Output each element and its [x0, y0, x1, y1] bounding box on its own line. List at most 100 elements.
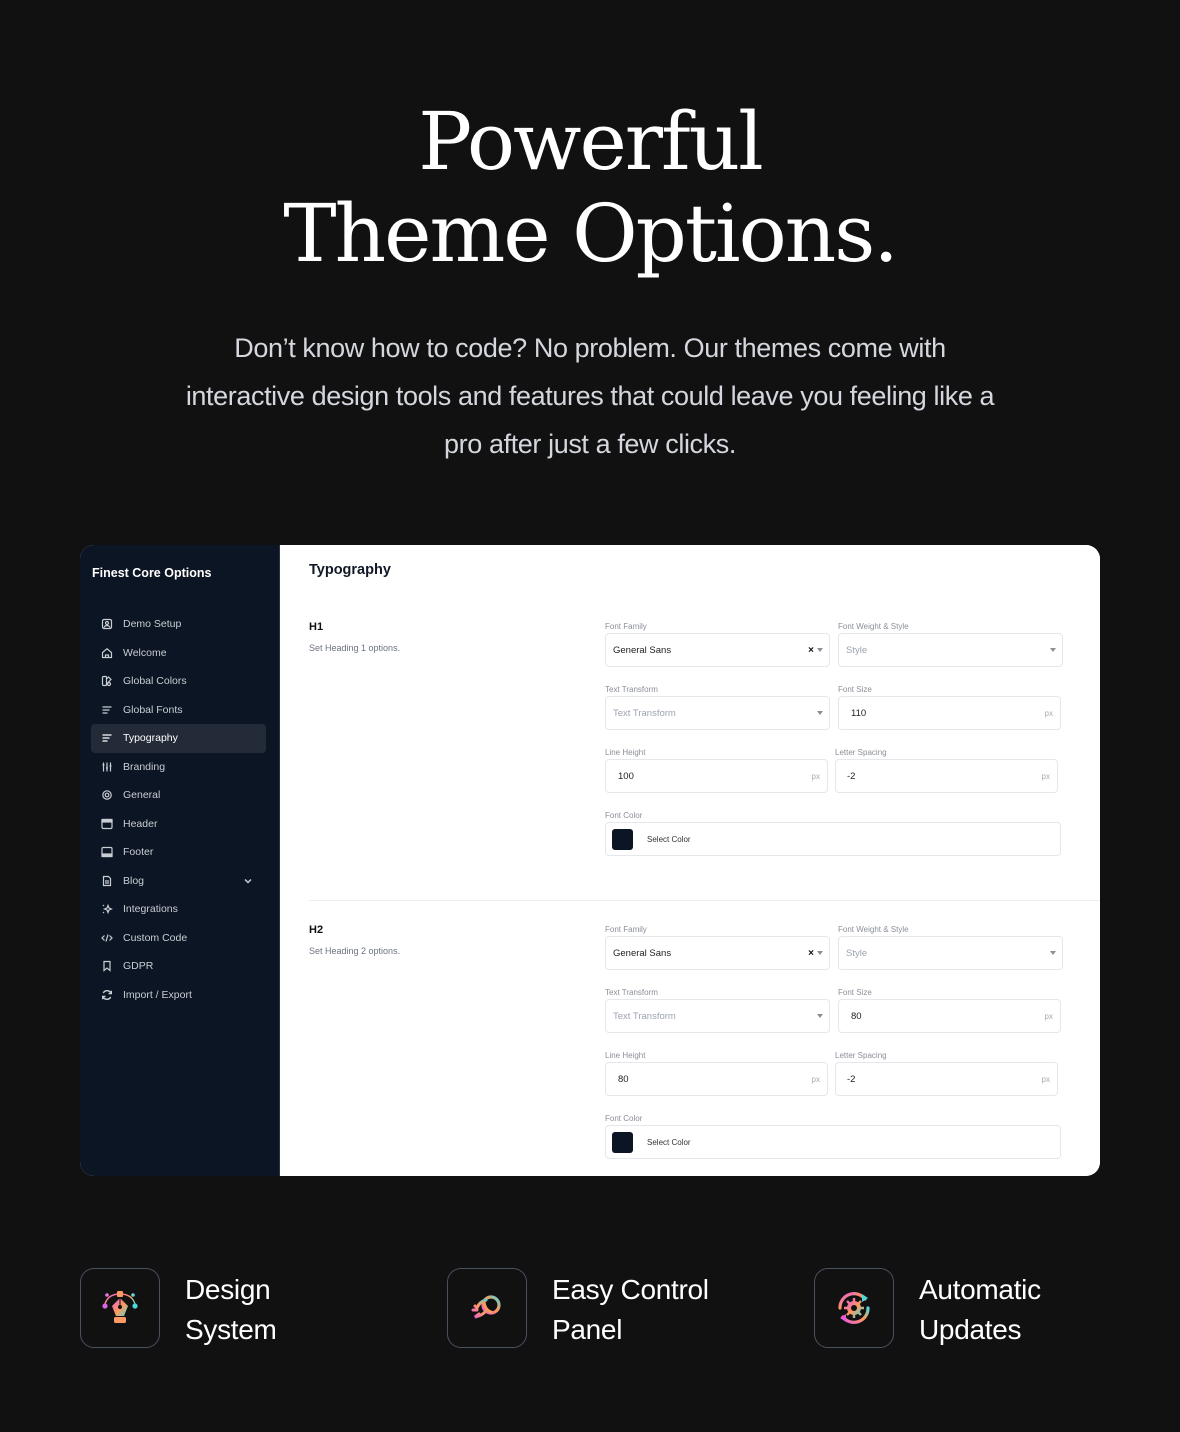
gear-sync-icon [814, 1268, 894, 1348]
letter-spacing-input[interactable]: -2 px [835, 759, 1058, 793]
sidebar-item-branding[interactable]: Branding [91, 753, 266, 782]
unit-suffix: px [811, 1074, 820, 1084]
sync-icon [101, 989, 113, 1001]
gear-icon [101, 789, 113, 801]
text-lines-icon [101, 704, 113, 716]
letter-spacing-label: Letter Spacing [835, 1051, 887, 1060]
font-size-label: Font Size [838, 685, 872, 694]
line-height-input[interactable]: 80 px [605, 1062, 828, 1096]
sidebar-item-label: Header [123, 817, 158, 830]
font-family-select[interactable]: General Sans × [605, 936, 830, 970]
document-icon [101, 875, 113, 887]
unit-suffix: px [1041, 771, 1050, 781]
font-size-input[interactable]: 110 px [838, 696, 1061, 730]
sidebar-item-label: GDPR [123, 960, 154, 973]
caret-down-icon [817, 711, 823, 715]
color-swatch[interactable] [612, 1131, 633, 1153]
line-height-value: 100 [618, 770, 634, 782]
font-family-value: General Sans [613, 644, 672, 656]
font-weight-select[interactable]: Style [838, 936, 1063, 970]
font-color-picker[interactable]: Select Color [605, 1125, 1061, 1159]
letter-spacing-input[interactable]: -2 px [835, 1062, 1058, 1096]
feature-title-line-2: Panel [552, 1314, 623, 1345]
sidebar-item-gdpr[interactable]: GDPR [91, 952, 266, 981]
text-transform-label: Text Transform [605, 988, 658, 997]
font-weight-label: Font Weight & Style [838, 622, 909, 631]
line-height-label: Line Height [605, 1051, 646, 1060]
hero-title-line-2: Theme Options. [283, 187, 899, 280]
code-icon [101, 932, 113, 944]
color-swatch[interactable] [612, 828, 633, 850]
sidebar-item-global-colors[interactable]: Global Colors [91, 667, 266, 696]
pen-tool-icon [80, 1268, 160, 1348]
unit-suffix: px [811, 771, 820, 781]
font-size-input[interactable]: 80 px [838, 999, 1061, 1033]
unit-suffix: px [1041, 1074, 1050, 1084]
font-family-label: Font Family [605, 622, 647, 631]
sidebar-item-integrations[interactable]: Integrations [91, 895, 266, 924]
sidebar-item-global-fonts[interactable]: Global Fonts [91, 696, 266, 725]
font-weight-placeholder: Style [846, 947, 868, 959]
line-height-input[interactable]: 100 px [605, 759, 828, 793]
sidebar-item-custom-code[interactable]: Custom Code [91, 924, 266, 953]
section-heading: H1 [309, 621, 324, 633]
sparkle-icon [101, 903, 113, 915]
text-transform-select[interactable]: Text Transform [605, 999, 830, 1033]
sidebar-item-label: Import / Export [123, 988, 192, 1001]
caret-down-icon [817, 648, 823, 652]
clear-icon[interactable]: × [808, 948, 814, 959]
sidebar-item-general[interactable]: General [91, 781, 266, 810]
sidebar-item-header[interactable]: Header [91, 810, 266, 839]
feature-title: Easy Control Panel [552, 1270, 709, 1348]
text-transform-select[interactable]: Text Transform [605, 696, 830, 730]
feature-easy-control-panel: Easy Control Panel [447, 1268, 709, 1348]
font-family-label: Font Family [605, 925, 647, 934]
text-transform-placeholder: Text Transform [613, 1010, 676, 1022]
font-weight-select[interactable]: Style [838, 633, 1063, 667]
hero-title-line-1: Powerful [418, 95, 764, 188]
sidebar-item-label: Blog [123, 874, 145, 887]
feature-design-system: Design System [80, 1268, 277, 1348]
sidebar-item-typography[interactable]: Typography [91, 724, 266, 753]
line-height-label: Line Height [605, 748, 646, 757]
sidebar-item-label: Welcome [123, 646, 167, 659]
section-description: Set Heading 1 options. [309, 643, 401, 653]
font-size-value: 80 [851, 1010, 862, 1022]
letter-spacing-label: Letter Spacing [835, 748, 887, 757]
feature-title-line-2: System [185, 1314, 277, 1345]
clear-icon[interactable]: × [808, 645, 814, 656]
font-family-select[interactable]: General Sans × [605, 633, 830, 667]
font-weight-placeholder: Style [846, 644, 868, 656]
caret-down-icon [1050, 951, 1056, 955]
text-transform-label: Text Transform [605, 685, 658, 694]
select-color-label: Select Color [647, 834, 691, 844]
theme-options-panel: Finest Core Options Demo Setup Welcome G… [80, 545, 1100, 1176]
sidebar-title: Finest Core Options [92, 566, 212, 580]
feature-title: Automatic Updates [919, 1270, 1041, 1348]
caret-down-icon [817, 951, 823, 955]
sidebar-item-label: Global Fonts [123, 703, 183, 716]
feature-automatic-updates: Automatic Updates [814, 1268, 1041, 1348]
section-heading: H2 [309, 924, 324, 936]
feature-title: Design System [185, 1270, 277, 1348]
rocket-ball-icon [447, 1268, 527, 1348]
feature-title-line-1: Design [185, 1274, 271, 1305]
chevron-down-icon[interactable] [242, 875, 254, 887]
header-layout-icon [101, 818, 113, 830]
home-icon [101, 647, 113, 659]
sidebar-item-label: Integrations [123, 903, 178, 916]
sidebar-item-import-export[interactable]: Import / Export [91, 981, 266, 1010]
text-transform-placeholder: Text Transform [613, 707, 676, 719]
font-color-label: Font Color [605, 811, 643, 820]
section-description: Set Heading 2 options. [309, 946, 401, 956]
footer-layout-icon [101, 846, 113, 858]
bookmark-icon [101, 960, 113, 973]
sidebar-item-footer[interactable]: Footer [91, 838, 266, 867]
sidebar-item-label: Custom Code [123, 931, 188, 944]
demo-setup-icon [101, 618, 113, 630]
unit-suffix: px [1044, 1011, 1053, 1021]
sidebar-item-demo-setup[interactable]: Demo Setup [91, 610, 266, 639]
sidebar-item-welcome[interactable]: Welcome [91, 639, 266, 668]
sidebar-item-label: Global Colors [123, 675, 187, 688]
sidebar-item-blog[interactable]: Blog [91, 867, 266, 896]
